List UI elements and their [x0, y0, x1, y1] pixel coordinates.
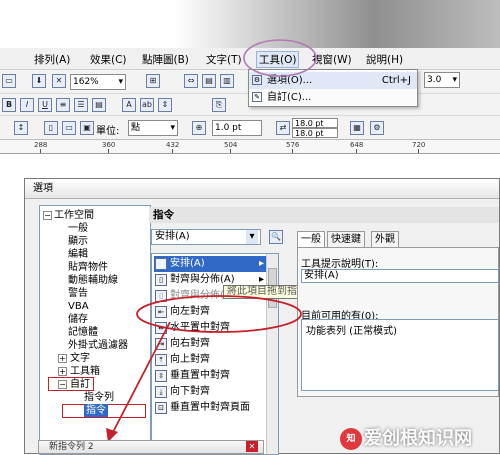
- command-highlight-ellipse: [136, 295, 302, 333]
- close-icon[interactable]: ✕: [246, 441, 258, 452]
- drag-arrow-line: [111, 321, 171, 435]
- watermark-text: 爱创根知识网: [364, 428, 472, 449]
- menu-highlight-circle: [243, 39, 317, 77]
- annotation-overlay: [106, 39, 317, 442]
- new-command-bar-window[interactable]: 新指令列 2: [38, 440, 264, 454]
- watermark-logo: 知: [340, 428, 362, 450]
- watermark: 知爱创根知识网: [340, 424, 500, 454]
